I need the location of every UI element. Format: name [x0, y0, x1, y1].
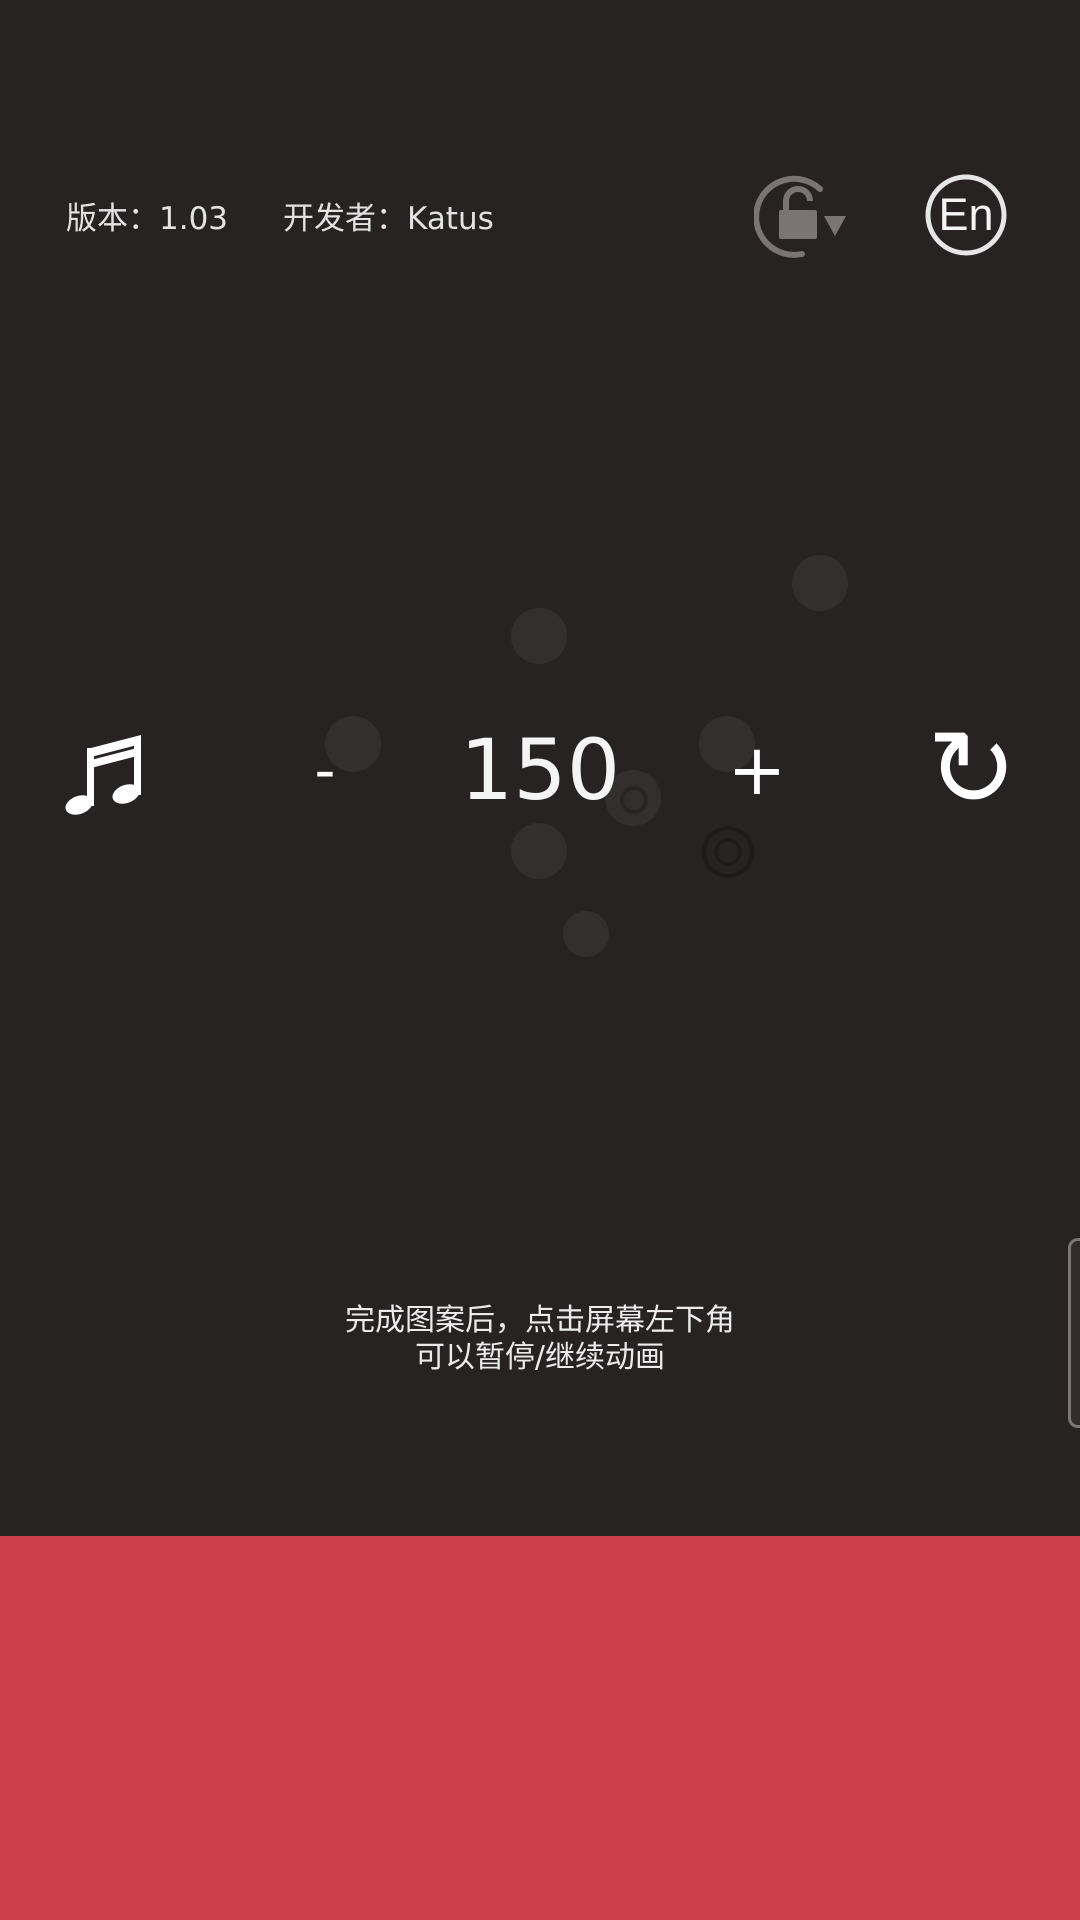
- decorative-dot: [511, 608, 567, 664]
- decorative-dot: [563, 911, 609, 957]
- version-label: 版本：1.03: [66, 200, 229, 237]
- target-ring: [702, 826, 754, 878]
- language-en-icon: En: [925, 174, 1007, 256]
- decorative-dot: [511, 823, 567, 879]
- target-ring: [714, 838, 742, 866]
- developer-label: 开发者：Katus: [283, 200, 494, 237]
- decrease-speed-button[interactable]: -: [300, 720, 350, 820]
- top-actions: En: [754, 172, 1014, 258]
- music-button[interactable]: [64, 720, 148, 820]
- language-button[interactable]: En: [918, 172, 1014, 258]
- refresh-button[interactable]: ↻: [922, 716, 1022, 824]
- side-drawer-handle[interactable]: [1068, 1238, 1080, 1428]
- refresh-icon: ↻: [926, 707, 1018, 832]
- rotation-lock-icon: [754, 175, 846, 258]
- decorative-dot: [792, 555, 848, 611]
- bottom-color-band: [0, 1536, 1080, 1920]
- instruction-line-1: 完成图案后，点击屏幕左下角: [345, 1303, 735, 1338]
- language-label: En: [938, 189, 993, 240]
- increase-speed-button[interactable]: +: [728, 720, 787, 820]
- speed-controls: - 150 + ↻: [0, 716, 1080, 824]
- rotation-lock-button[interactable]: [754, 172, 850, 258]
- app-info: 版本：1.03 开发者：Katus: [66, 190, 494, 240]
- speed-value: 150: [459, 721, 621, 819]
- music-note-icon: [65, 735, 141, 815]
- instruction-line-2: 可以暂停/继续动画: [414, 1340, 666, 1375]
- app-screen: 版本：1.03 开发者：Katus En - 150 + ↻ 完成图案后，点击屏…: [0, 0, 1080, 1920]
- instruction-text: 完成图案后，点击屏幕左下角 可以暂停/继续动画: [0, 1302, 1080, 1376]
